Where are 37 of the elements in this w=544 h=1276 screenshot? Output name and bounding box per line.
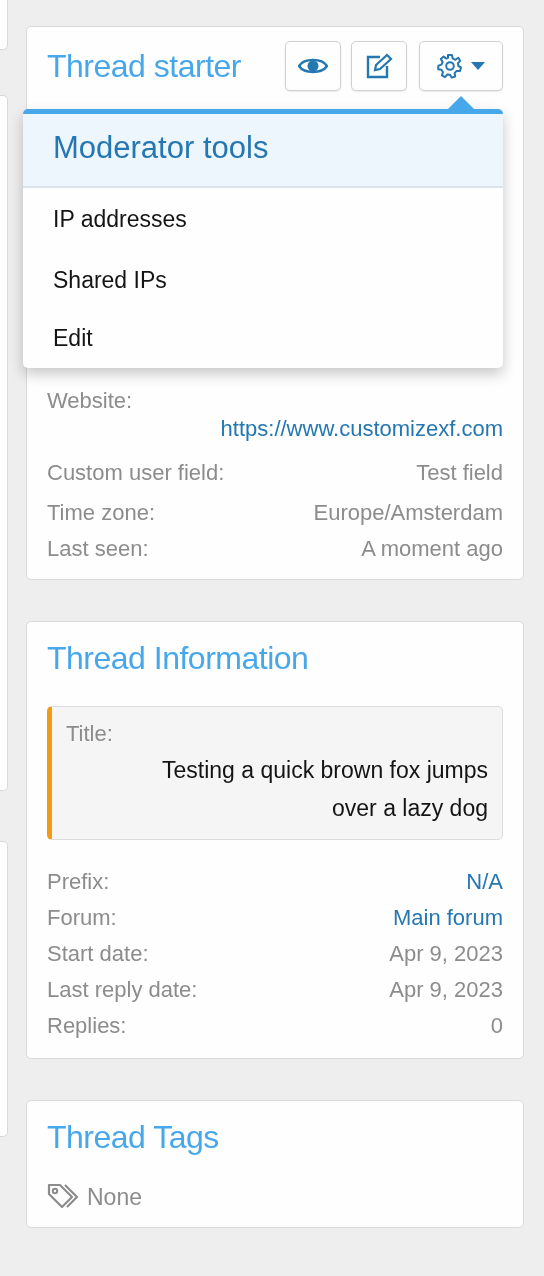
block-title: Thread Information [47, 639, 310, 678]
block-title: Thread Tags [47, 1118, 220, 1157]
settings-button[interactable] [419, 41, 503, 91]
card-edge [0, 0, 8, 50]
field-label: Custom user field: [47, 460, 225, 486]
tags-icon [47, 1183, 81, 1211]
tags-empty-text: None [87, 1183, 142, 1211]
field-link[interactable]: Main forum [392, 905, 503, 931]
field-label: Forum: [47, 905, 117, 931]
block-title: Thread starter [47, 47, 241, 85]
quote-label: Title: [66, 721, 114, 748]
field-value: Europe/Amsterdam [313, 500, 503, 526]
view-button[interactable] [285, 41, 341, 91]
field-label: Last seen: [47, 536, 149, 562]
field-link[interactable]: N/A [466, 869, 503, 895]
field-label: Replies: [47, 1013, 127, 1039]
field-label: Website: [47, 387, 134, 415]
field-label: Prefix: [47, 869, 110, 895]
field-value: Test field [416, 460, 503, 486]
field-label: Time zone: [47, 500, 155, 526]
edit-button[interactable] [351, 41, 407, 91]
field-label: Start date: [47, 941, 149, 967]
menu-item[interactable]: Shared IPs [23, 249, 503, 310]
field-value: 0 [490, 1013, 503, 1039]
website-link[interactable]: https://www.customizexf.com [220, 415, 503, 443]
thread-title: Testing a quick brown fox jumps over a lazy dog [161, 756, 488, 823]
menu-header: Moderator tools [23, 114, 503, 188]
caret-icon [471, 62, 485, 70]
menu-item[interactable]: Edit [23, 310, 503, 368]
field-value: A moment ago [361, 536, 503, 562]
field-label: Last reply date: [47, 977, 198, 1003]
menu-item[interactable]: IP addresses [23, 188, 503, 249]
field-value: Apr 9, 2023 [389, 977, 503, 1003]
field-value: Apr 9, 2023 [389, 941, 503, 967]
gear-icon [437, 53, 463, 79]
edit-icon [365, 53, 393, 79]
eye-icon [298, 56, 328, 76]
